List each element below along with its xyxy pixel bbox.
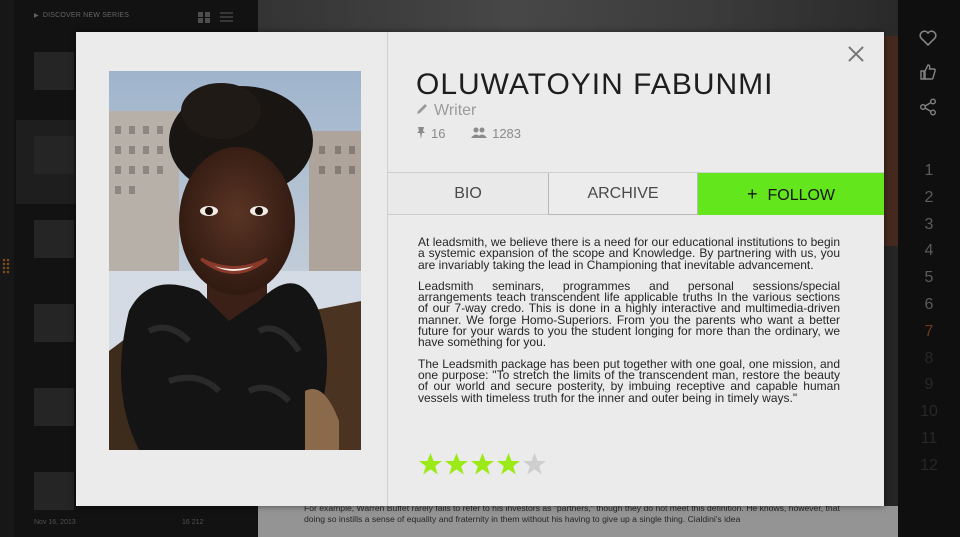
bio-paragraph: Leadsmith seminars, programmes and perso…: [418, 278, 840, 350]
star-empty-icon[interactable]: [522, 452, 547, 477]
tab-bio[interactable]: BIO: [388, 173, 548, 215]
close-icon[interactable]: [846, 44, 866, 64]
pin-icon: [417, 127, 425, 139]
author-role: Writer: [416, 102, 476, 120]
pins-stat: 16: [416, 126, 445, 141]
pencil-icon: [416, 102, 430, 120]
follow-button-label: FOLLOW: [767, 187, 836, 204]
tab-archive[interactable]: ARCHIVE: [548, 173, 698, 215]
author-profile-modal: OLUWATOYIN FABUNMI Writer 16 1283 BIO AR…: [76, 32, 884, 506]
profile-tabs: BIO ARCHIVE + FOLLOW: [388, 172, 884, 215]
rating-stars[interactable]: [418, 452, 548, 478]
star-filled-icon[interactable]: [444, 452, 469, 477]
plus-icon: +: [746, 184, 758, 204]
star-filled-icon[interactable]: [418, 452, 443, 477]
profile-photo-panel: [76, 32, 388, 506]
followers-stat: 1283: [471, 126, 521, 141]
star-filled-icon[interactable]: [470, 452, 495, 477]
author-stats: 16 1283: [416, 126, 543, 141]
followers-count: 1283: [492, 126, 522, 141]
bio-paragraph: At leadsmith, we believe there is a need…: [418, 235, 840, 272]
author-name: OLUWATOYIN FABUNMI: [416, 68, 774, 101]
bio-paragraph: The Leadsmith package has been put toget…: [418, 356, 840, 405]
users-icon: [471, 127, 488, 138]
follow-button[interactable]: + FOLLOW: [698, 173, 884, 215]
bio-text: At leadsmith, we believe there is a need…: [418, 235, 840, 414]
pins-count: 16: [431, 126, 446, 141]
author-photo: [109, 71, 361, 450]
star-filled-icon[interactable]: [496, 452, 521, 477]
author-role-label: Writer: [434, 102, 477, 119]
